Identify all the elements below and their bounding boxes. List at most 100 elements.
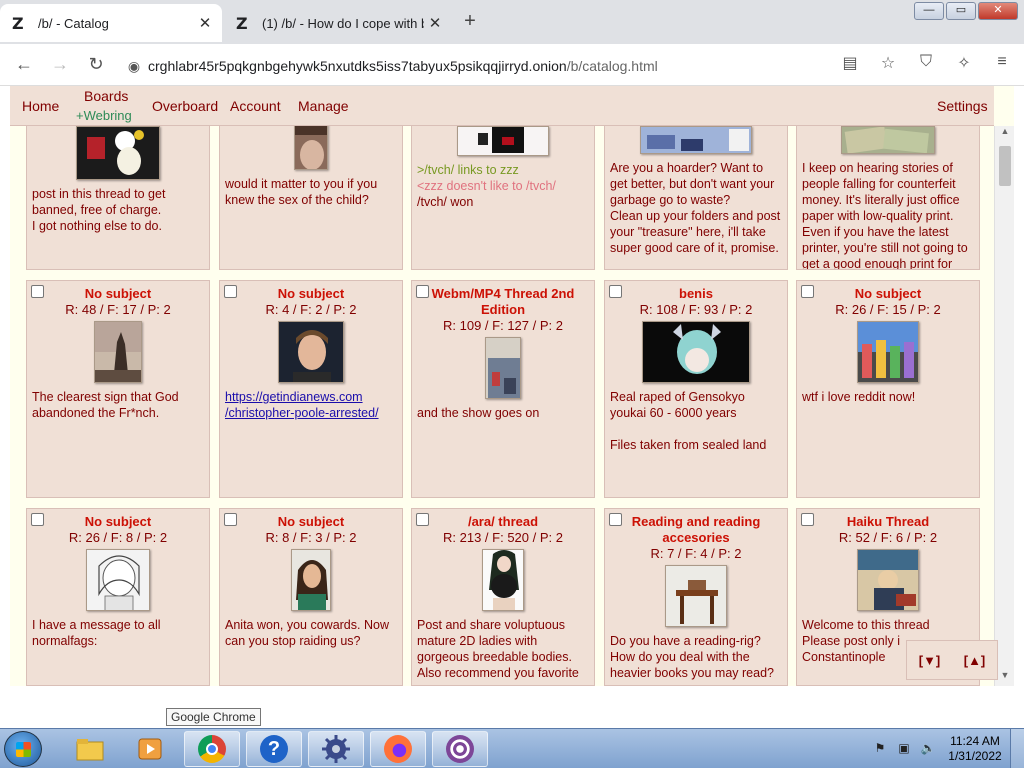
thread-card[interactable]: No subject R: 26 / F: 8 / P: 2 I have a … (26, 508, 210, 686)
thread-subject[interactable]: No subject (238, 286, 384, 302)
window-controls: — ▭ ✕ (914, 2, 1018, 20)
thread-thumbnail[interactable] (457, 126, 549, 156)
nav-boards[interactable]: Boards (84, 88, 128, 104)
forward-arrow-icon[interactable]: → (42, 54, 78, 75)
show-desktop-button[interactable] (1010, 729, 1024, 768)
thread-thumbnail[interactable] (640, 126, 752, 154)
scroll-up-icon[interactable]: ▲ (995, 126, 1014, 142)
catalog-page: post in this thread to get banned, free … (10, 86, 1014, 686)
start-button[interactable] (4, 731, 42, 767)
thread-thumbnail[interactable] (857, 549, 919, 611)
thread-thumbnail[interactable] (94, 321, 142, 383)
thread-subject[interactable]: benis (623, 286, 769, 302)
taskbar-help[interactable]: ? (246, 731, 302, 767)
thread-thumbnail[interactable] (76, 126, 160, 180)
thread-subject[interactable]: No subject (815, 286, 961, 302)
nav-webring[interactable]: +Webring (76, 108, 132, 123)
reader-view-icon[interactable]: ▤ (838, 53, 862, 73)
thread-thumbnail[interactable] (642, 321, 750, 383)
nav-home[interactable]: Home (22, 98, 59, 114)
scroll-to-bottom-button[interactable]: [▼] (919, 653, 941, 668)
clock-date: 1/31/2022 (948, 749, 1002, 763)
scroll-thumb[interactable] (999, 146, 1011, 186)
thread-checkbox[interactable] (224, 285, 237, 298)
volume-icon[interactable]: 🔈 (920, 741, 936, 757)
page-scrollbar[interactable]: ▲ ▼ (994, 126, 1014, 686)
thread-subject[interactable]: Webm/MP4 Thread 2nd Edition (430, 286, 576, 318)
network-icon[interactable]: ▣ (896, 741, 912, 757)
back-arrow-icon[interactable]: ← (6, 54, 42, 75)
thread-thumbnail[interactable] (291, 549, 331, 611)
thread-checkbox[interactable] (801, 285, 814, 298)
thread-subject[interactable]: Reading and reading accesories (623, 514, 769, 546)
thread-card[interactable]: /ara/ thread R: 213 / F: 520 / P: 2 Post… (411, 508, 595, 686)
thread-checkbox[interactable] (609, 285, 622, 298)
shield-icon[interactable]: ⛉ (914, 53, 938, 73)
thread-thumbnail[interactable] (86, 549, 150, 611)
chrome-icon (198, 735, 226, 763)
thread-thumbnail[interactable] (482, 549, 524, 611)
taskbar-app-gear[interactable] (308, 731, 364, 767)
thread-card[interactable]: No subject R: 48 / F: 17 / P: 2 The clea… (26, 280, 210, 498)
thread-link[interactable]: https://getindianews.com (225, 389, 398, 405)
thread-excerpt: Are you a hoarder? Want to get better, b… (610, 161, 781, 255)
thread-subject[interactable]: Haiku Thread (815, 514, 961, 530)
thread-thumbnail[interactable] (665, 565, 727, 627)
thread-card[interactable]: No subject R: 4 / F: 2 / P: 2 https://ge… (219, 280, 403, 498)
thread-subject[interactable]: /ara/ thread (430, 514, 576, 530)
action-center-flag-icon[interactable]: ⚑ (872, 741, 888, 757)
thread-checkbox[interactable] (31, 513, 44, 526)
nav-account[interactable]: Account (230, 98, 281, 114)
taskbar-explorer[interactable] (62, 731, 118, 767)
thread-stats: R: 26 / F: 15 / P: 2 (835, 302, 941, 317)
thread-checkbox[interactable] (416, 285, 429, 298)
thread-card[interactable]: No subject R: 8 / F: 3 / P: 2 Anita won,… (219, 508, 403, 686)
thread-thumbnail[interactable] (278, 321, 344, 383)
nav-manage[interactable]: Manage (298, 98, 349, 114)
system-clock[interactable]: 11:24 AM 1/31/2022 (940, 734, 1010, 764)
thread-subject[interactable]: No subject (45, 286, 191, 302)
thread-card[interactable]: Reading and reading accesories R: 7 / F:… (604, 508, 788, 686)
thread-card[interactable]: benis R: 108 / F: 93 / P: 2 Real raped o… (604, 280, 788, 498)
scroll-to-top-button[interactable]: [▲] (964, 653, 986, 668)
thread-checkbox[interactable] (801, 513, 814, 526)
tab-close-icon[interactable]: ✕ (194, 14, 216, 32)
close-window-button[interactable]: ✕ (978, 2, 1018, 20)
menu-icon[interactable]: ≡ (990, 53, 1014, 73)
tor-icon (446, 735, 474, 763)
thread-stats: R: 7 / F: 4 / P: 2 (650, 546, 742, 561)
tab-catalog[interactable]: Z /b/ - Catalog ✕ (0, 4, 222, 42)
gear-icon (322, 735, 350, 763)
thread-checkbox[interactable] (416, 513, 429, 526)
onion-security-icon[interactable]: ◉ (120, 58, 148, 75)
tab-close-icon[interactable]: ✕ (424, 14, 446, 32)
thread-thumbnail[interactable] (294, 124, 328, 170)
maximize-button[interactable]: ▭ (946, 2, 976, 20)
thread-checkbox[interactable] (224, 513, 237, 526)
thread-excerpt: https://getindianews.com /christopher-po… (220, 383, 402, 421)
thread-subject[interactable]: No subject (45, 514, 191, 530)
thread-card[interactable]: Webm/MP4 Thread 2nd Edition R: 109 / F: … (411, 280, 595, 498)
extensions-icon[interactable]: ✧ (952, 53, 976, 73)
nav-settings[interactable]: Settings (937, 98, 988, 114)
taskbar-tor-browser[interactable] (432, 731, 488, 767)
browser-toolbar: ← → ↻ ◉ crghlabr45r5pqkgnbgehywk5nxutdks… (0, 44, 1024, 86)
thread-checkbox[interactable] (609, 513, 622, 526)
thread-link[interactable]: /christopher-poole-arrested/ (225, 405, 398, 421)
taskbar-media-player[interactable] (122, 731, 178, 767)
new-tab-button[interactable]: + (458, 10, 482, 33)
bookmark-star-icon[interactable]: ☆ (876, 53, 900, 73)
reload-icon[interactable]: ↻ (78, 54, 114, 75)
minimize-button[interactable]: — (914, 2, 944, 20)
thread-checkbox[interactable] (31, 285, 44, 298)
thread-subject[interactable]: No subject (238, 514, 384, 530)
nav-overboard[interactable]: Overboard (152, 98, 218, 114)
thread-thumbnail[interactable] (485, 337, 521, 399)
tab-thread[interactable]: Z (1) /b/ - How do I cope with be ✕ (224, 4, 452, 42)
taskbar-chrome[interactable] (184, 731, 240, 767)
taskbar-firefox[interactable] (370, 731, 426, 767)
thread-thumbnail[interactable] (857, 321, 919, 383)
thread-thumbnail[interactable] (841, 126, 935, 154)
thread-card[interactable]: No subject R: 26 / F: 15 / P: 2 wtf i lo… (796, 280, 980, 498)
address-bar[interactable]: ◉ crghlabr45r5pqkgnbgehywk5nxutdks5iss7t… (120, 52, 940, 80)
